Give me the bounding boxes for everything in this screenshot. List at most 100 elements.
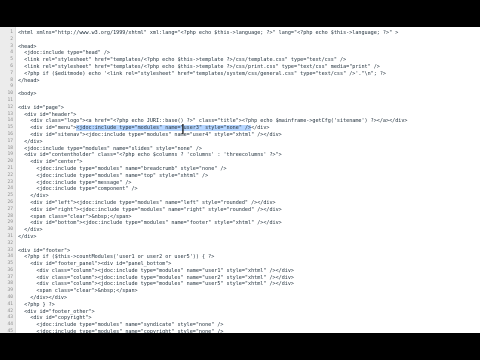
code-line[interactable]: 31 </div> [0, 234, 480, 241]
code-text: <jdoc:include type="modules" name="syndi… [18, 322, 224, 329]
code-line[interactable]: 13 <div id="header"> [0, 112, 480, 119]
line-number: 16 [7, 131, 13, 137]
code-text: <div id="left"><jdoc:include type="modul… [18, 199, 276, 206]
code-line[interactable]: 34 <?php if ($this->countModules('user1 … [0, 254, 480, 261]
line-number: 15 [7, 125, 13, 131]
code-line[interactable]: 23 <jdoc:include type="message" /> [0, 180, 480, 187]
code-area[interactable]: 1 <html xmlns="http://www.w3.org/1999/xht… [0, 30, 480, 333]
line-number: 30 [7, 227, 13, 233]
code-line[interactable]: 44 <jdoc:include type="modules" name="sy… [0, 322, 480, 329]
line-number: 7 [10, 70, 13, 76]
code-text: <head> [18, 43, 37, 50]
code-text: <div id="contentholder" class="<?php ech… [18, 152, 282, 159]
code-text: <div id="sitenav"><jdoc:include type="mo… [18, 131, 282, 138]
line-number: 27 [7, 206, 13, 212]
line-number: 45 [7, 329, 13, 333]
code-text: </div> [18, 227, 43, 234]
line-number: 31 [7, 233, 13, 239]
code-line[interactable]: 11 [0, 98, 480, 105]
code-text: <jdoc:include type="modules" name="top" … [18, 172, 209, 179]
code-line[interactable]: 20 <div id="center"> [0, 159, 480, 166]
code-text: <jdoc:include type="modules" name="slide… [18, 145, 203, 152]
code-text: <jdoc:include type="modules" name="bread… [18, 165, 227, 172]
code-line[interactable]: 41 <?php } ?> [0, 302, 480, 309]
code-line[interactable]: 5 <link rel="stylesheet" href="templates… [0, 57, 480, 64]
code-text: <?php if ($editmode) echo '<link rel="st… [18, 70, 387, 77]
code-line[interactable]: 39 <span class="clear">&nbsp;</span> [0, 288, 480, 295]
code-text: <link rel="stylesheet" href="templates/<… [18, 63, 380, 70]
line-number: 35 [7, 261, 13, 267]
code-line[interactable]: 3 <head> [0, 44, 480, 51]
code-text: <div id="copyright"> [18, 315, 92, 322]
selected-text: <jdoc:include type="modules" name="user3… [76, 125, 252, 132]
code-line[interactable]: 37 <div class="column"><jdoc:include typ… [0, 275, 480, 282]
code-line[interactable]: 17 </div> [0, 139, 480, 146]
code-line[interactable]: 45 <jdoc:include type="modules" name="co… [0, 329, 480, 333]
code-line[interactable]: 18 <jdoc:include type="modules" name="sl… [0, 146, 480, 153]
code-line[interactable]: 35 <div id="footer_panel"><div id="panel… [0, 261, 480, 268]
code-line[interactable]: 1 <html xmlns="http://www.w3.org/1999/xht… [0, 30, 480, 37]
code-line[interactable]: 40 </div></div> [0, 295, 480, 302]
line-number: 25 [7, 193, 13, 199]
code-line[interactable]: 32 [0, 241, 480, 248]
code-editor-window: 1 <html xmlns="http://www.w3.org/1999/xht… [0, 27, 480, 333]
code-text: <html xmlns="http://www.w3.org/1999/xhtm… [18, 30, 399, 36]
code-line[interactable]: 2 [0, 37, 480, 44]
code-line[interactable]: 36 <div class="column"><jdoc:include typ… [0, 268, 480, 275]
code-line[interactable]: 28 <span class="clear">&nbsp;</span> [0, 214, 480, 221]
code-line[interactable]: 27 <div id="right"><jdoc:include type="m… [0, 207, 480, 214]
line-number: 12 [7, 104, 13, 110]
line-number: 10 [7, 91, 13, 97]
code-line[interactable]: 30 </div> [0, 227, 480, 234]
code-line[interactable]: 43 <div id="copyright"> [0, 315, 480, 322]
code-line[interactable]: 8 </head> [0, 78, 480, 85]
code-text: <?php if ($this->countModules('user1 or … [18, 254, 215, 261]
code-line[interactable]: 16 <div id="sitenav"><jdoc:include type=… [0, 132, 480, 139]
code-line[interactable]: 33 <div id="footer"> [0, 248, 480, 255]
code-text: </div> [18, 233, 37, 240]
code-text: </div> [18, 138, 43, 145]
code-line[interactable]: 38 <div class="column"><jdoc:include typ… [0, 281, 480, 288]
code-text: <div class="logo"><a href="<?php echo JU… [18, 118, 408, 125]
line-number: 6 [10, 63, 13, 69]
code-text: <span class="clear">&nbsp;</span> [18, 288, 138, 295]
code-text: <jdoc:include type="component" /> [18, 186, 138, 193]
code-line[interactable]: 21 <jdoc:include type="modules" name="br… [0, 166, 480, 173]
line-number: 22 [7, 172, 13, 178]
code-text: <div id="header"> [18, 111, 77, 118]
code-text: <div id="footer"> [18, 247, 71, 254]
code-line[interactable]: 14 <div class="logo"><a href="<?php echo… [0, 118, 480, 125]
code-line[interactable]: 9 [0, 84, 480, 91]
line-number: 20 [7, 159, 13, 165]
code-line[interactable]: 12 <div id="page"> [0, 105, 480, 112]
code-line[interactable]: 19 <div id="contentholder" class="<?php … [0, 152, 480, 159]
line-number: 26 [7, 199, 13, 205]
code-line[interactable]: 10 <body> [0, 91, 480, 98]
code-line[interactable]: 6 <link rel="stylesheet" href="templates… [0, 64, 480, 71]
code-line[interactable]: 24 <jdoc:include type="component" /> [0, 186, 480, 193]
code-text: <span class="clear">&nbsp;</span> [18, 213, 132, 220]
code-line[interactable]: 26 <div id="left"><jdoc:include type="mo… [0, 200, 480, 207]
line-number: 17 [7, 138, 13, 144]
code-text: </div></div> [18, 295, 68, 302]
code-line[interactable]: 42 <div id="footer_other"> [0, 309, 480, 316]
code-text: <div class="column"><jdoc:include type="… [18, 274, 295, 281]
code-text: <jdoc:include type="head" /> [18, 50, 111, 57]
code-text: <div id="bottom"><jdoc:include type="mod… [18, 220, 282, 227]
text-cursor-icon: I [181, 123, 185, 138]
code-line[interactable]: 25 </div> [0, 193, 480, 200]
code-text: <div class="column"><jdoc:include type="… [18, 281, 295, 288]
code-line[interactable]: 22 <jdoc:include type="modules" name="to… [0, 173, 480, 180]
code-line[interactable]: 4 <jdoc:include type="head" /> [0, 50, 480, 57]
code-line[interactable]: 15 <div id="menu"><jdoc:include type="mo… [0, 125, 480, 132]
code-text: <div id="page"> [18, 104, 65, 111]
code-text: <jdoc:include type="modules" name="copyr… [18, 329, 224, 333]
code-text: <div id="menu"><jdoc:include type="modul… [18, 125, 270, 132]
line-number: 5 [10, 57, 13, 63]
code-text: <div class="column"><jdoc:include type="… [18, 267, 295, 274]
line-number: 2 [10, 36, 13, 42]
line-number: 40 [7, 295, 13, 301]
code-text: <div id="center"> [18, 159, 83, 166]
code-line[interactable]: 29 <div id="bottom"><jdoc:include type="… [0, 220, 480, 227]
code-line[interactable]: 7 <?php if ($editmode) echo '<link rel="… [0, 71, 480, 78]
